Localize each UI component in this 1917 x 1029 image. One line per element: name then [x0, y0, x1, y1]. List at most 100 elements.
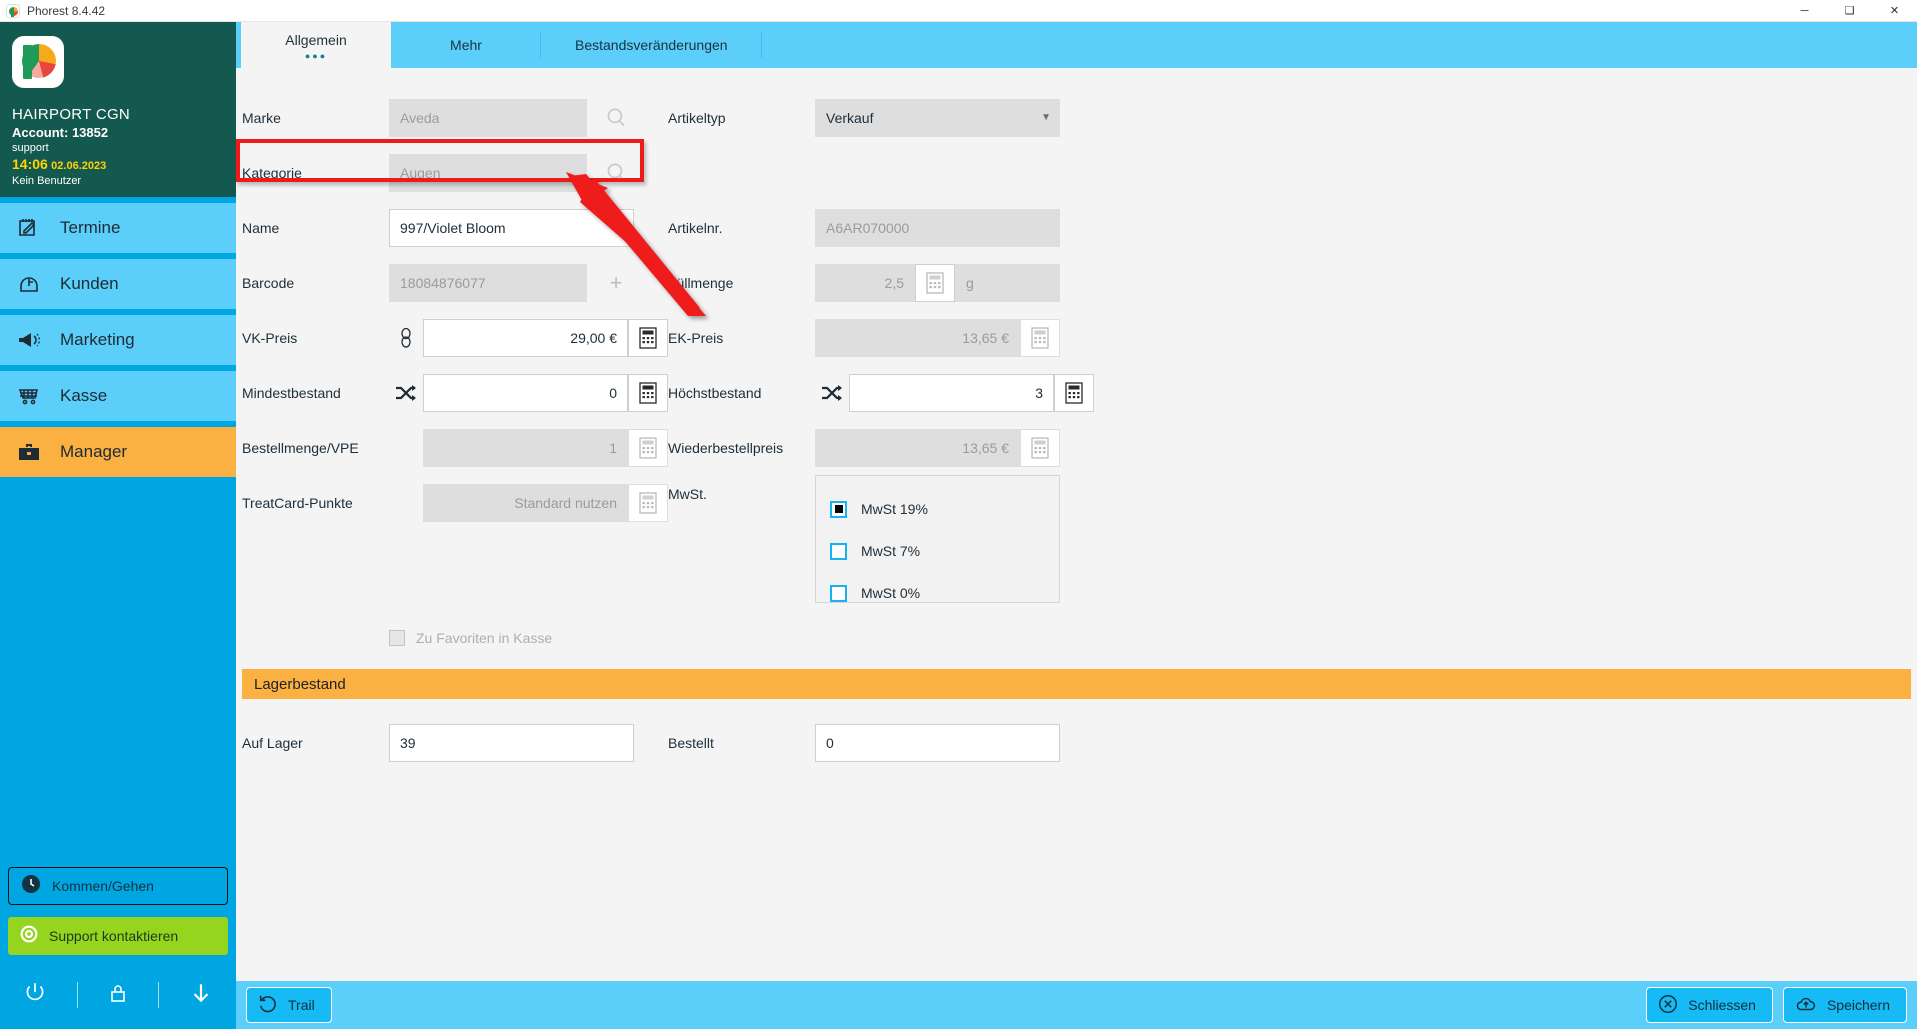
mindestbestand-input[interactable]: 0	[423, 373, 628, 412]
tab-allgemein[interactable]: Allgemein ●●●	[241, 22, 391, 68]
kategorie-search-icon[interactable]	[595, 154, 637, 192]
sidebar-item-label: Kunden	[60, 274, 119, 293]
lock-icon[interactable]	[106, 981, 130, 1010]
vk-preis-calculator-icon[interactable]	[628, 318, 668, 357]
artikelnr-input[interactable]: A6AR070000	[815, 208, 1060, 247]
barcode-input[interactable]: 18084876077	[389, 263, 587, 302]
field-ek-preis: EK-Preis 13,65 €	[668, 318, 1098, 357]
power-icon[interactable]	[22, 980, 48, 1011]
field-name: Name 997/Violet Bloom	[236, 208, 668, 247]
form-row-lagerbestand: Auf Lager 39 Bestellt 0	[236, 715, 1917, 770]
mindestbestand-label: Mindestbestand	[242, 384, 341, 401]
ek-preis-calculator-icon[interactable]	[1020, 318, 1060, 357]
fuellmenge-unit-input[interactable]: g	[955, 263, 1060, 302]
mwst-option-label: MwSt 7%	[861, 543, 921, 559]
main-content: Allgemein ●●● Mehr Bestandsveränderungen…	[236, 22, 1917, 1029]
sidebar: HAIRPORT CGN Account: 13852 support 14:0…	[0, 22, 236, 1029]
field-favoriten[interactable]: Zu Favoriten in Kasse	[236, 615, 1917, 661]
mwst-option-label: MwSt 0%	[861, 585, 921, 601]
window-title: Phorest 8.4.42	[27, 3, 106, 18]
mwst-0-checkbox[interactable]	[830, 584, 847, 602]
tab-mehr[interactable]: Mehr	[391, 22, 541, 68]
field-fuellmenge: Füllmenge 2,5 g	[668, 263, 1098, 302]
link-chain-icon[interactable]	[389, 326, 423, 350]
contact-support-button[interactable]: Support kontaktieren	[8, 917, 228, 955]
mwst-label: MwSt.	[668, 486, 707, 502]
tab-label: Mehr	[450, 37, 482, 53]
form-row-barcode: Barcode 18084876077 + Füllmenge 2,5 g	[236, 255, 1917, 310]
maximize-icon[interactable]: ❑	[1827, 0, 1872, 22]
mwst-option-row[interactable]: MwSt 7%	[830, 530, 1059, 572]
sidebar-footer: Kommen/Gehen Support kontaktieren	[0, 867, 236, 1029]
plus-icon[interactable]: +	[595, 264, 637, 302]
fuellmenge-calculator-icon[interactable]	[915, 263, 955, 302]
undo-circle-icon	[257, 993, 279, 1018]
kategorie-input[interactable]: Augen	[389, 153, 587, 192]
sidebar-footer-icons	[8, 969, 228, 1021]
hoechstbestand-calculator-icon[interactable]	[1054, 373, 1094, 412]
hoechstbestand-input[interactable]: 3	[849, 373, 1054, 412]
bestellmenge-input[interactable]: 1	[423, 428, 628, 467]
form-row-vk-preis: VK-Preis 29,00 € EK-Preis 13,65 €	[236, 310, 1917, 365]
sidebar-item-termine[interactable]: Termine	[0, 203, 236, 253]
wiederbestellpreis-calculator-icon[interactable]	[1020, 428, 1060, 467]
cloud-upload-icon	[1794, 993, 1818, 1018]
fuellmenge-input[interactable]: 2,5	[815, 263, 915, 302]
barcode-label: Barcode	[242, 274, 295, 291]
marke-search-icon[interactable]	[595, 99, 637, 137]
vk-preis-label: VK-Preis	[242, 329, 298, 346]
sidebar-item-kunden[interactable]: Kunden	[0, 259, 236, 309]
calendar-edit-icon	[17, 215, 47, 241]
form-row-name: Name 997/Violet Bloom Artikelnr. A6AR070…	[236, 200, 1917, 255]
auf-lager-input[interactable]: 39	[389, 723, 634, 762]
minimize-icon[interactable]: ─	[1782, 0, 1827, 22]
application-window: Phorest 8.4.42 ─ ❑ ✕ HAIRPORT CGN Accoun…	[0, 0, 1917, 1029]
tab-bestandsveraenderungen[interactable]: Bestandsveränderungen	[541, 22, 762, 68]
speichern-button[interactable]: Speichern	[1782, 987, 1907, 1023]
download-arrow-icon[interactable]	[188, 980, 214, 1011]
mwst-option-row[interactable]: MwSt 19%	[830, 488, 1059, 530]
shuffle-arrows-icon[interactable]	[815, 383, 849, 403]
trail-button[interactable]: Trail	[246, 987, 332, 1023]
ek-preis-input[interactable]: 13,65 €	[815, 318, 1020, 357]
current-date: 02.06.2023	[51, 160, 107, 172]
form-row-bestellmenge: Bestellmenge/VPE 1 Wiederbestellpreis 13…	[236, 420, 1917, 475]
wiederbestellpreis-input[interactable]: 13,65 €	[815, 428, 1020, 467]
field-artikeltyp: Artikeltyp Verkauf ▼	[668, 98, 1098, 137]
bestellmenge-calculator-icon[interactable]	[628, 428, 668, 467]
field-marke: Marke Aveda	[236, 98, 668, 137]
treatcard-input[interactable]: Standard nutzen	[423, 483, 628, 522]
name-input[interactable]: 997/Violet Bloom	[389, 208, 634, 247]
clock-in-out-button[interactable]: Kommen/Gehen	[8, 867, 228, 905]
form-row-marke: Marke Aveda Artikeltyp Verkauf ▼	[236, 90, 1917, 145]
account-label: Account: 13852	[12, 125, 109, 140]
shopping-cart-icon	[17, 383, 47, 409]
close-icon[interactable]: ✕	[1872, 0, 1917, 22]
vk-preis-input[interactable]: 29,00 €	[423, 318, 628, 357]
mwst-19-checkbox[interactable]	[830, 500, 847, 518]
marke-input[interactable]: Aveda	[389, 98, 587, 137]
lagerbestand-section-header: Lagerbestand	[242, 669, 1911, 699]
favoriten-checkbox[interactable]	[389, 630, 405, 646]
mwst-option-row[interactable]: MwSt 0%	[830, 572, 1059, 614]
field-mwst: MwSt. MwSt 19% MwSt 7% MwSt 0%	[668, 475, 1098, 603]
sidebar-item-kasse[interactable]: Kasse	[0, 371, 236, 421]
mwst-7-checkbox[interactable]	[830, 542, 847, 560]
sidebar-item-manager[interactable]: Manager	[0, 427, 236, 477]
schliessen-button[interactable]: Schliessen	[1646, 987, 1773, 1023]
bestellt-input[interactable]: 0	[815, 723, 1060, 762]
tab-dots-indicator: ●●●	[304, 50, 328, 61]
treatcard-calculator-icon[interactable]	[628, 483, 668, 522]
sidebar-item-marketing[interactable]: Marketing	[0, 315, 236, 365]
field-kategorie: Kategorie Augen	[236, 153, 668, 192]
field-bestellt: Bestellt 0	[668, 723, 1098, 762]
artikeltyp-select[interactable]: Verkauf ▼	[815, 98, 1060, 137]
shuffle-arrows-icon[interactable]	[389, 383, 423, 403]
ek-preis-label: EK-Preis	[668, 329, 724, 346]
schliessen-label: Schliessen	[1688, 997, 1756, 1013]
mindestbestand-calculator-icon[interactable]	[628, 373, 668, 412]
clock-icon	[19, 872, 43, 901]
sidebar-item-label: Manager	[60, 442, 128, 461]
support-user-label: support	[12, 142, 49, 154]
field-artikelnr: Artikelnr. A6AR070000	[668, 208, 1098, 247]
